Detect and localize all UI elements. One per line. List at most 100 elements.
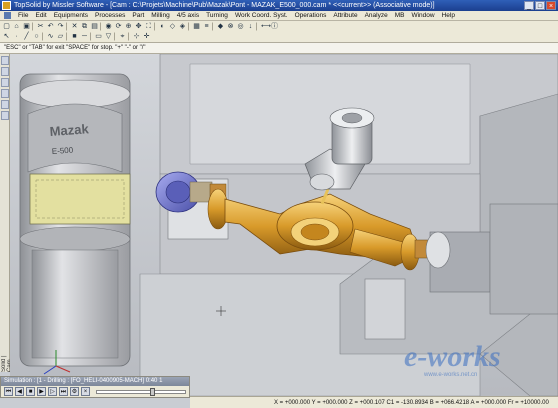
play-icon[interactable]: ▶ bbox=[37, 387, 46, 396]
slider-knob[interactable] bbox=[149, 387, 155, 396]
wire-icon[interactable]: ◇ bbox=[168, 22, 177, 31]
menu-analyze[interactable]: Analyze bbox=[365, 12, 388, 19]
point-icon[interactable]: · bbox=[12, 32, 21, 41]
toolbar-separator bbox=[32, 22, 35, 31]
rewind-icon[interactable]: ⏮ bbox=[4, 387, 13, 396]
save-icon[interactable]: ▣ bbox=[22, 22, 31, 31]
layer-select-icon[interactable]: ▭ bbox=[94, 32, 103, 41]
menu-bar: File Edit Equipments Processes Part Mill… bbox=[0, 11, 558, 21]
info-icon[interactable]: ⓘ bbox=[270, 22, 279, 31]
shade-icon[interactable]: ◐ bbox=[158, 22, 167, 31]
toolbar-separator bbox=[154, 22, 157, 31]
menu-edit[interactable]: Edit bbox=[35, 12, 46, 19]
menu-equipments[interactable]: Equipments bbox=[54, 12, 88, 19]
part-icon[interactable]: ◆ bbox=[216, 22, 225, 31]
tailstock-support bbox=[364, 278, 406, 340]
cut-icon[interactable]: ✂ bbox=[36, 22, 45, 31]
color-icon[interactable]: ■ bbox=[70, 32, 79, 41]
zoom-icon[interactable]: ⊕ bbox=[124, 22, 133, 31]
command-prompt: "ESC" or "TAB" for exit "SPACE" for stop… bbox=[0, 43, 558, 54]
redo-icon[interactable]: ↷ bbox=[56, 22, 65, 31]
hidden-icon[interactable]: ◈ bbox=[178, 22, 187, 31]
step-forward-icon[interactable]: ▷ bbox=[48, 387, 57, 396]
drill-icon[interactable]: ↓ bbox=[246, 22, 255, 31]
app-logo-icon bbox=[2, 1, 11, 10]
tool-icon[interactable] bbox=[1, 89, 9, 98]
cursor-icon[interactable]: ✛ bbox=[142, 32, 151, 41]
operation-icon[interactable] bbox=[1, 100, 9, 109]
toolbar-separator bbox=[128, 32, 131, 41]
copy-icon[interactable]: ⧉ bbox=[80, 22, 89, 31]
menu-milling[interactable]: Milling bbox=[151, 12, 169, 19]
grid-icon[interactable]: ▦ bbox=[192, 22, 201, 31]
toolbar-separator bbox=[114, 32, 117, 41]
toolbar-separator bbox=[66, 32, 69, 41]
toolbar-separator bbox=[100, 22, 103, 31]
simulation-panel: Simulation : [1 - Drilling : [FO_HELI-04… bbox=[0, 376, 190, 398]
menu-window[interactable]: Window bbox=[411, 12, 434, 19]
circle-icon[interactable]: ○ bbox=[32, 32, 41, 41]
minimize-button[interactable]: _ bbox=[524, 1, 534, 10]
menu-processes[interactable]: Processes bbox=[95, 12, 125, 19]
paste-icon[interactable]: ▤ bbox=[90, 22, 99, 31]
menu-mb[interactable]: MB bbox=[395, 12, 405, 19]
close-icon[interactable]: × bbox=[81, 387, 90, 396]
layer-icon[interactable]: ≡ bbox=[202, 22, 211, 31]
chuck-jaw-left bbox=[189, 181, 213, 203]
surface-icon[interactable]: ▱ bbox=[56, 32, 65, 41]
toolbar-separator bbox=[66, 22, 69, 31]
curve-icon[interactable]: ∿ bbox=[46, 32, 55, 41]
open-icon[interactable]: ⌂ bbox=[12, 22, 21, 31]
fixture-left-face bbox=[165, 180, 191, 204]
select-icon[interactable]: ↖ bbox=[2, 32, 11, 41]
menu-part[interactable]: Part bbox=[132, 12, 144, 19]
simulation-progress-slider[interactable] bbox=[96, 387, 186, 396]
ruler-icon[interactable] bbox=[1, 56, 9, 65]
menu-work-coord-syst[interactable]: Work Coord. Syst. bbox=[235, 12, 288, 19]
end-icon[interactable]: ⏭ bbox=[59, 387, 68, 396]
machine-scene: Mazak E-500 e-works www.e-works.net.cn bbox=[10, 54, 558, 396]
undo-icon[interactable]: ↶ bbox=[46, 22, 55, 31]
pan-icon[interactable]: ✥ bbox=[134, 22, 143, 31]
view-icon[interactable]: ◉ bbox=[104, 22, 113, 31]
toolbar-row-secondary: ↖ · ╱ ○ ∿ ▱ ■ ─ ▭ ▽ ⌖ ⊹ ✛ bbox=[2, 32, 151, 42]
document-icon[interactable] bbox=[4, 12, 11, 19]
toolbar-separator bbox=[256, 22, 259, 31]
measure-icon[interactable]: ⟷ bbox=[260, 22, 271, 31]
differential-inner bbox=[300, 223, 330, 241]
tailstock-face bbox=[425, 231, 451, 269]
column-lower bbox=[31, 249, 119, 359]
maximize-button[interactable]: □ bbox=[535, 1, 545, 10]
column-badge-area bbox=[27, 103, 123, 173]
close-button[interactable]: × bbox=[546, 1, 556, 10]
layers-icon[interactable] bbox=[1, 67, 9, 76]
rotate-icon[interactable]: ⟳ bbox=[114, 22, 123, 31]
coord-icon[interactable]: ⊹ bbox=[132, 32, 141, 41]
menu-attribute[interactable]: Attribute bbox=[333, 12, 357, 19]
column-ring bbox=[19, 226, 131, 252]
menu-help[interactable]: Help bbox=[442, 12, 455, 19]
toolbar-separator bbox=[188, 22, 191, 31]
step-back-icon[interactable]: ◀ bbox=[15, 387, 24, 396]
settings-icon[interactable]: ⚙ bbox=[70, 387, 79, 396]
menu-file[interactable]: File bbox=[18, 12, 28, 19]
toolbar-separator bbox=[90, 32, 93, 41]
style-icon[interactable]: ─ bbox=[80, 32, 89, 41]
line-icon[interactable]: ╱ bbox=[22, 32, 31, 41]
mill-icon[interactable]: ⊗ bbox=[226, 22, 235, 31]
snap-icon[interactable]: ⌖ bbox=[118, 32, 127, 41]
menu-operations[interactable]: Operations bbox=[295, 12, 327, 19]
fit-icon[interactable]: ⛶ bbox=[144, 22, 153, 31]
menu-turning[interactable]: Turning bbox=[206, 12, 228, 19]
filter-icon[interactable]: ▽ bbox=[104, 32, 113, 41]
operator-door bbox=[29, 173, 131, 225]
turn-icon[interactable]: ◎ bbox=[236, 22, 245, 31]
status-bar: X = +000.000 Y = +000.000 Z = +000.107 C… bbox=[190, 396, 558, 408]
stop-icon[interactable]: ■ bbox=[26, 387, 35, 396]
new-icon[interactable]: ▢ bbox=[2, 22, 11, 31]
delete-icon[interactable]: ✕ bbox=[70, 22, 79, 31]
properties-icon[interactable] bbox=[1, 111, 9, 120]
menu-4-5-axis[interactable]: 4/5 axis bbox=[177, 12, 199, 19]
tree-icon[interactable] bbox=[1, 78, 9, 87]
3d-viewport[interactable]: Mazak E-500 e-works www.e-works.net.cn bbox=[10, 54, 558, 396]
